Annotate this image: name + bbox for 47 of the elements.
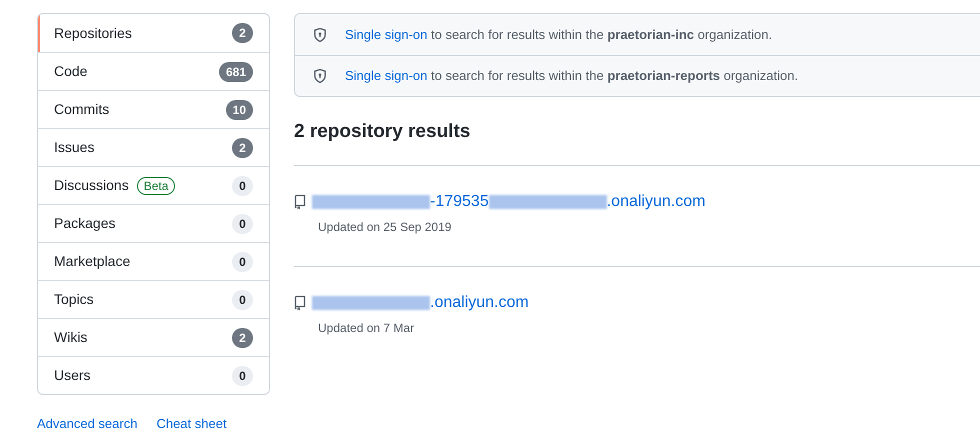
sidebar-item[interactable]: Code 681 <box>38 52 269 90</box>
item-label: Topics <box>54 290 94 309</box>
shield-icon <box>312 68 328 84</box>
count-badge: 681 <box>218 62 253 82</box>
repo-icon <box>294 294 306 310</box>
sidebar-item[interactable]: Wikis 2 <box>38 318 269 356</box>
sidebar-item[interactable]: Discussions Beta 0 <box>38 166 269 204</box>
count-badge: 0 <box>232 214 253 234</box>
footer-link[interactable]: Advanced search <box>37 414 138 434</box>
results-heading: 2 repository results <box>294 120 472 144</box>
item-label: Users <box>54 366 91 385</box>
item-label: Marketplace <box>54 252 130 271</box>
item-label: Repositories <box>54 24 132 43</box>
repository-link[interactable]: -179535 <box>430 190 489 214</box>
item-label: Issues <box>54 138 94 157</box>
item-label: Packages <box>54 214 116 233</box>
sidebar-item[interactable]: Marketplace 0 <box>38 242 269 280</box>
item-label: Wikis <box>54 328 88 347</box>
sidebar-item[interactable]: Packages 0 <box>38 204 269 242</box>
item-label: Commits <box>54 100 110 119</box>
count-badge: 2 <box>232 138 253 158</box>
notice-text: Single sign-on to search for results within the praetorian-inc organization. <box>345 26 772 44</box>
footer-link[interactable]: Cheat sheet <box>156 414 227 434</box>
beta-label: Beta <box>136 176 176 194</box>
repository-link[interactable]: .onaliyun.com <box>606 190 706 214</box>
count-badge: 2 <box>232 328 253 348</box>
count-badge: 10 <box>226 100 253 120</box>
updated-date: Updated on 25 Sep 2019 <box>318 218 452 236</box>
notice-text: Single sign-on to search for results within the praetorian-reports organization. <box>345 67 798 86</box>
sidebar-item[interactable]: Users 0 <box>38 356 269 394</box>
sidebar-item[interactable]: Topics 0 <box>38 280 269 318</box>
count-badge: 0 <box>232 252 253 272</box>
item-label: Code <box>54 62 88 81</box>
sso-link[interactable]: Single sign-on <box>345 68 428 84</box>
count-badge: 2 <box>232 23 253 43</box>
updated-date: Updated on 7 Mar <box>318 320 416 336</box>
item-label: Discussions <box>54 176 129 195</box>
sso-link[interactable]: Single sign-on <box>345 26 428 42</box>
repo-icon <box>294 194 306 210</box>
sidebar-item[interactable]: Repositories 2 <box>38 14 269 52</box>
repository-link[interactable]: .onaliyun.com <box>430 290 529 314</box>
count-badge: 0 <box>232 366 253 386</box>
sidebar-item[interactable]: Issues 2 <box>38 128 269 166</box>
shield-icon <box>312 26 328 42</box>
count-badge: 0 <box>232 290 253 310</box>
count-badge: 0 <box>232 176 253 196</box>
sidebar-item[interactable]: Commits 10 <box>38 90 269 128</box>
